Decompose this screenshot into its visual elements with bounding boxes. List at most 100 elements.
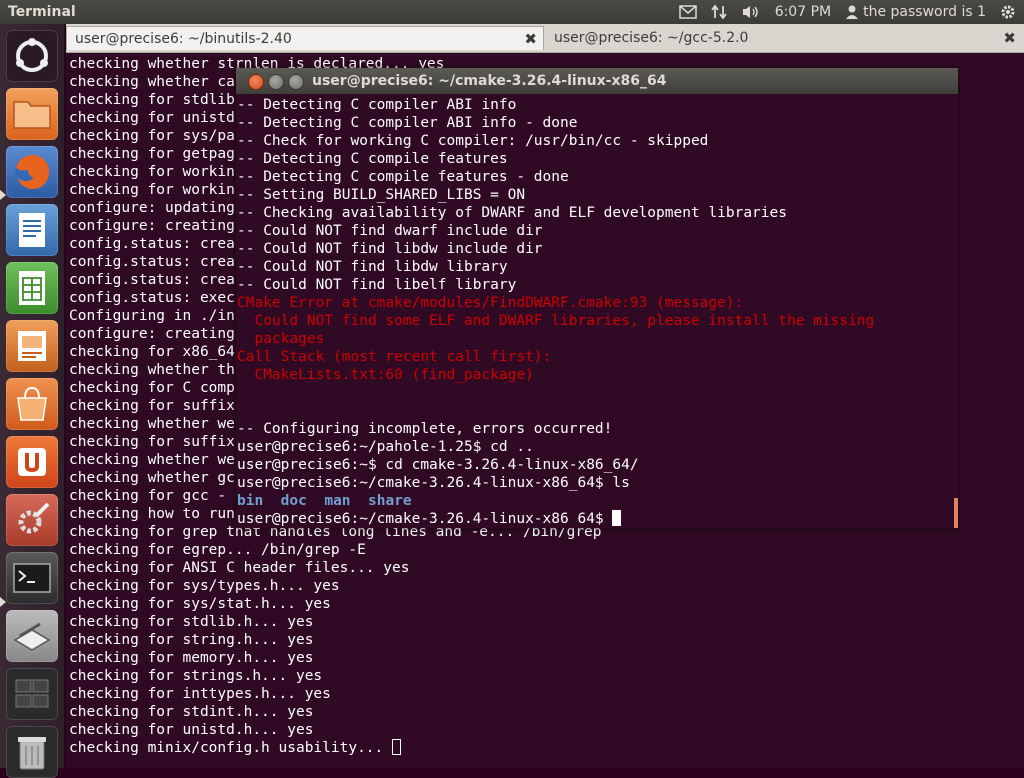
window-titlebar[interactable]: user@precise6: ~/cmake-3.26.4-linux-x86_…	[236, 68, 958, 94]
terminal-line: checking for ANSI C header files... yes	[69, 560, 410, 576]
terminal-button[interactable]	[6, 552, 58, 604]
files-button[interactable]	[6, 88, 58, 140]
terminal-line: -- Setting BUILD_SHARED_LIBS = ON	[237, 187, 526, 203]
mail-indicator[interactable]	[678, 5, 697, 19]
terminal-line: checking for string.h... yes	[69, 632, 314, 648]
text-cursor	[612, 510, 622, 526]
session-menu[interactable]	[1000, 4, 1016, 20]
volume-indicator[interactable]	[741, 4, 761, 20]
terminal-line: checking for stdlib.h... yes	[69, 614, 314, 630]
terminal-line: -- Could NOT find libelf library	[237, 277, 517, 293]
ls-output-line: bin doc man share	[237, 492, 874, 510]
volume-icon	[742, 6, 758, 18]
trash-icon	[18, 737, 46, 770]
firefox-button[interactable]	[6, 146, 58, 198]
terminal-line: user@precise6:~/pahole-1.25$ cd ..	[237, 439, 534, 455]
directory-entry: share	[368, 493, 412, 509]
gear-icon	[1001, 5, 1015, 19]
ubuntu-one-button[interactable]	[6, 436, 58, 488]
terminal-line: -- Could NOT find libdw include dir	[237, 241, 543, 257]
directory-entry: man	[324, 493, 351, 509]
terminal-line: -- Detecting C compiler ABI info	[237, 97, 517, 113]
terminal-line: checking for strings.h... yes	[69, 668, 323, 684]
terminal-line: -- Detecting C compile features	[237, 151, 508, 167]
directory-entry: doc	[280, 493, 307, 509]
impress-button[interactable]	[6, 320, 58, 372]
user-menu[interactable]: the password is 1	[845, 0, 986, 24]
user-icon	[846, 5, 859, 19]
cmake-terminal-body[interactable]: -- Detecting C compiler ABI info -- Detec…	[237, 96, 953, 526]
network-indicator[interactable]	[710, 4, 727, 20]
workspace-switcher-button[interactable]	[6, 668, 58, 720]
error-line: Call Stack (most recent call first):	[237, 349, 552, 365]
window-close-button[interactable]	[248, 74, 264, 90]
calc-icon	[19, 271, 45, 305]
terminal-running-arrow	[0, 597, 6, 607]
ubuntu-dash-button[interactable]	[6, 30, 58, 82]
scanner-icon	[13, 622, 51, 651]
terminal-tab-bar: user@precise6: ~/binutils-2.40 ✖ user@pr…	[66, 24, 1024, 53]
terminal-line: user@precise6:~/cmake-3.26.4-linux-x86_6…	[237, 475, 630, 491]
terminal-line: -- Could NOT find libdw library	[237, 259, 508, 275]
error-line: CMakeLists.txt:60 (find_package)	[237, 367, 534, 383]
workspace-switcher-icon	[15, 679, 49, 708]
error-line: packages	[237, 331, 325, 347]
window-minimize-button[interactable]	[268, 74, 284, 90]
writer-button[interactable]	[6, 204, 58, 256]
firefox-running-arrow	[0, 190, 6, 200]
terminal-line: -- Check for working C compiler: /usr/bi…	[237, 133, 709, 149]
software-center-button[interactable]	[6, 378, 58, 430]
terminal-line: -- Detecting C compile features - done	[237, 169, 569, 185]
terminal-line: -- Configuring incomplete, errors occurr…	[237, 421, 613, 437]
terminal-line: checking for memory.h... yes	[69, 650, 314, 666]
ubuntu-one-icon	[18, 448, 46, 476]
firefox-icon	[15, 154, 50, 190]
close-icon[interactable]: ✖	[524, 27, 537, 51]
indicator-area: 6:07 PM the password is 1	[678, 0, 1016, 24]
system-settings-button[interactable]	[6, 494, 58, 546]
terminal-line: checking for stdint.h... yes	[69, 704, 314, 720]
clock[interactable]: 6:07 PM	[775, 0, 831, 24]
scanner-button[interactable]	[6, 610, 58, 662]
terminal-line: checking for egrep... /bin/grep -E	[69, 542, 366, 558]
software-center-icon	[17, 386, 47, 421]
terminal-line: checking minix/config.h usability...	[69, 739, 602, 757]
terminal-line: checking for inttypes.h... yes	[69, 686, 331, 702]
writer-icon	[19, 213, 45, 247]
error-line: Could NOT find some ELF and DWARF librar…	[237, 313, 875, 329]
app-title: Terminal	[8, 4, 76, 20]
cmake-terminal-window[interactable]: user@precise6: ~/cmake-3.26.4-linux-x86_…	[236, 68, 958, 528]
close-icon[interactable]: ✖	[1003, 26, 1016, 50]
shell-prompt: user@precise6:~/cmake-3.26.4-linux-x86_6…	[237, 511, 613, 526]
terminal-line: -- Could NOT find dwarf include dir	[237, 223, 543, 239]
tab-gcc[interactable]: user@precise6: ~/gcc-5.2.0 ✖	[546, 26, 1022, 50]
files-icon	[13, 101, 51, 129]
window-maximize-button[interactable]	[288, 74, 304, 90]
scrollbar-thumb[interactable]	[954, 498, 958, 528]
error-line: CMake Error at cmake/modules/FindDWARF.c…	[237, 295, 744, 311]
system-settings-icon	[18, 502, 50, 534]
user-label: the password is 1	[863, 4, 986, 20]
terminal-icon	[13, 563, 51, 593]
terminal-line: -- Checking availability of DWARF and EL…	[237, 205, 787, 221]
impress-icon	[18, 331, 46, 361]
mail-icon	[678, 5, 697, 19]
window-title: user@precise6: ~/cmake-3.26.4-linux-x86_…	[312, 73, 667, 89]
terminal-line: -- Detecting C compiler ABI info - done	[237, 115, 578, 131]
tab-binutils[interactable]: user@precise6: ~/binutils-2.40 ✖	[66, 26, 544, 50]
calc-button[interactable]	[6, 262, 58, 314]
terminal-line: checking for unistd.h... yes	[69, 722, 314, 738]
tab-label: user@precise6: ~/gcc-5.2.0	[554, 30, 749, 46]
launcher	[0, 24, 65, 778]
text-cursor	[392, 739, 402, 755]
terminal-line: checking for sys/types.h... yes	[69, 578, 340, 594]
prompt-line: user@precise6:~/cmake-3.26.4-linux-x86_6…	[237, 510, 874, 526]
terminal-line: checking for sys/stat.h... yes	[69, 596, 331, 612]
tab-label: user@precise6: ~/binutils-2.40	[75, 31, 292, 47]
ubuntu-dash-icon	[16, 38, 48, 72]
trash-button[interactable]	[6, 726, 58, 778]
terminal-line: user@precise6:~$ cd cmake-3.26.4-linux-x…	[237, 457, 639, 473]
network-icon	[710, 4, 727, 20]
